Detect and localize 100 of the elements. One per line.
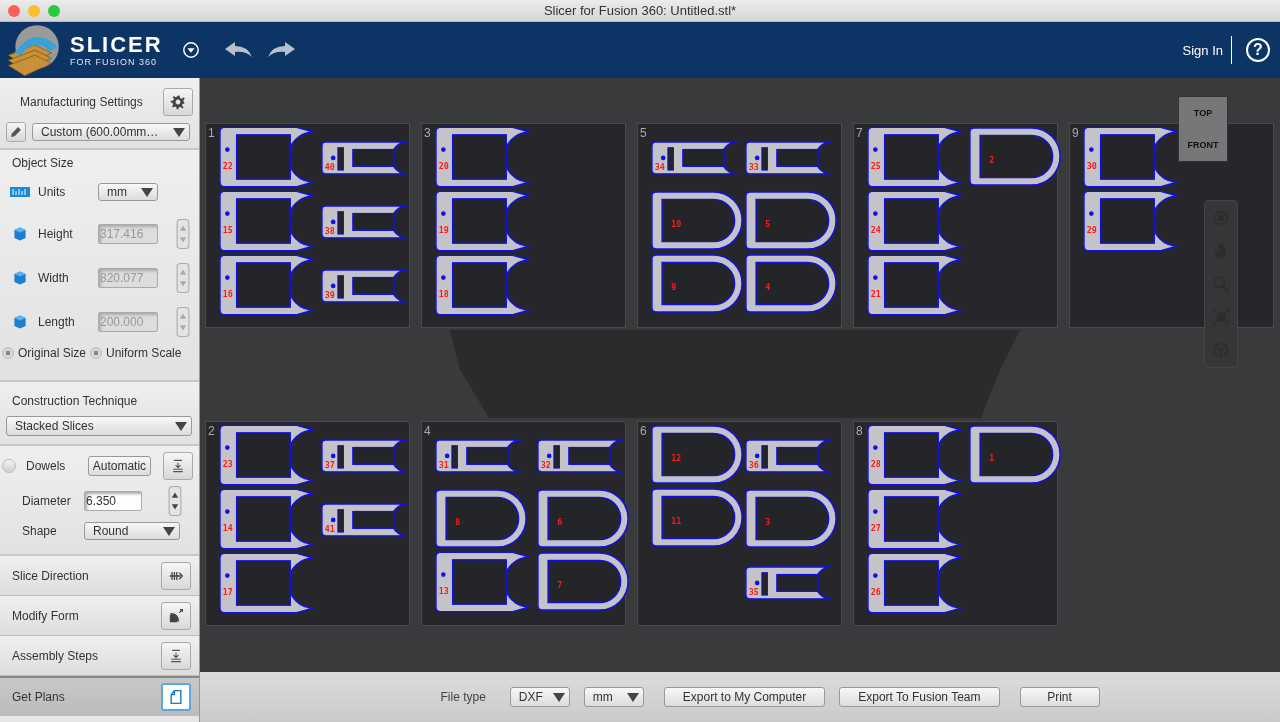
part-number: 7 [557,579,563,590]
field-label: Diameter [22,494,72,508]
part-number: 32 [540,460,551,471]
workflow-step[interactable]: Modify Form [0,596,199,636]
part-number: 29 [1086,225,1097,236]
part-number: 30 [1086,161,1097,172]
export-button[interactable]: Export To Fusion Team [839,687,1000,707]
part-number: 25 [870,161,881,172]
settings-button[interactable] [163,88,193,116]
sheet-number: 8 [856,424,863,438]
scale-radio[interactable]: Original Size [2,346,87,360]
step-button[interactable] [161,682,191,711]
step-button[interactable] [161,641,191,670]
sheet-number: 3 [424,126,431,140]
view-cube[interactable]: TOP FRONT [1178,96,1228,162]
automatic-button[interactable]: Automatic [87,456,152,476]
edit-button[interactable] [6,122,26,142]
part-number: 33 [748,162,759,173]
dowel-tool-button[interactable] [163,452,193,480]
cube-face-label: TOP [1193,108,1213,118]
sheet-number: 7 [856,126,863,140]
part-number: 15 [222,225,233,236]
part-number: 22 [222,161,233,172]
part-number: 10 [671,218,682,229]
help-button[interactable]: ? [1246,38,1270,62]
section-title: Object Size [11,156,75,170]
gear-icon [170,94,186,110]
sheet-number: 6 [640,424,647,438]
section-title: Construction Technique [11,394,139,408]
file-type-label: File type [440,690,486,704]
part-number: 5 [765,218,771,229]
workflow-step[interactable]: Get Plans [0,676,199,716]
units-dropdown[interactable]: mm [98,183,158,201]
part-number: 41 [324,524,335,535]
part-number: 1 [989,452,995,463]
part-number: 31 [438,460,449,471]
field-label: Units [37,185,67,199]
step-label: Assembly Steps [12,648,99,663]
logo-title: SLICER [70,33,164,57]
dropdown-icon[interactable] [182,41,200,59]
part-number: 35 [748,587,759,598]
section-title: Manufacturing Settings [19,95,143,109]
part-number: 16 [222,289,233,300]
part-number: 34 [654,162,665,173]
workflow-step[interactable]: Assembly Steps [0,636,199,676]
part-number: 37 [324,460,335,471]
units-dropdown[interactable]: mm [583,687,644,707]
part-number: 28 [870,459,881,470]
field-label: Width [37,271,70,285]
step-label: Modify Form [12,608,79,623]
part-number: 39 [324,290,335,301]
step-button[interactable] [161,601,191,630]
sign-in-link[interactable]: Sign In [1182,42,1223,58]
preset-dropdown[interactable]: Custom (600.00mm… [32,123,190,141]
sheet-number: 5 [640,126,647,140]
part-number: 9 [671,281,677,292]
stepper-control[interactable] [168,486,182,516]
field-label: Height [37,227,74,241]
part-number: 17 [222,587,233,598]
sheet-number: 9 [1072,126,1079,140]
cube-face-label: FRONT [1187,140,1219,150]
logo-subtitle: FOR FUSION 360 [70,57,158,67]
pencil-icon [9,125,23,139]
part-number: 8 [455,516,461,527]
align-bottom-icon [168,647,184,664]
part-number: 13 [438,586,449,597]
curve-arrow-icon [168,607,184,624]
undo-icon[interactable] [224,40,254,60]
scale-radio[interactable]: Uniform Scale [90,346,182,360]
diameter-field[interactable]: 6.350 [84,491,142,511]
part-number: 27 [870,523,881,534]
part-number: 21 [870,289,881,300]
part-number: 11 [671,515,682,526]
export-button[interactable]: Print [1019,687,1100,707]
part-number: 3 [765,516,771,527]
part-number: 6 [557,516,563,527]
part-number: 36 [748,460,759,471]
step-label: Get Plans [12,689,65,704]
part-number: 23 [222,459,233,470]
part-number: 19 [438,225,449,236]
part-number: 18 [438,289,449,300]
sheet-number: 4 [424,424,431,438]
part-number: 4 [765,281,771,292]
document-icon [168,688,184,705]
redo-icon[interactable] [266,40,296,60]
step-label: Slice Direction [12,568,89,583]
shape-dropdown[interactable]: Round [84,522,180,540]
part-number: 40 [324,162,335,173]
part-number: 14 [222,523,233,534]
field-label: Shape [22,524,58,538]
technique-dropdown[interactable]: Stacked Slices [6,416,192,436]
file-type-dropdown[interactable]: DXF [509,687,570,707]
export-button[interactable]: Export to My Computer [663,687,826,707]
workflow-step[interactable]: Slice Direction [0,556,199,596]
field-label: Length [37,315,76,329]
sheet-number: 2 [208,424,215,438]
dowels-checkbox[interactable]: Dowels [2,459,82,473]
part-number: 26 [870,587,881,598]
close-button[interactable] [8,5,20,17]
step-button[interactable] [161,561,191,590]
